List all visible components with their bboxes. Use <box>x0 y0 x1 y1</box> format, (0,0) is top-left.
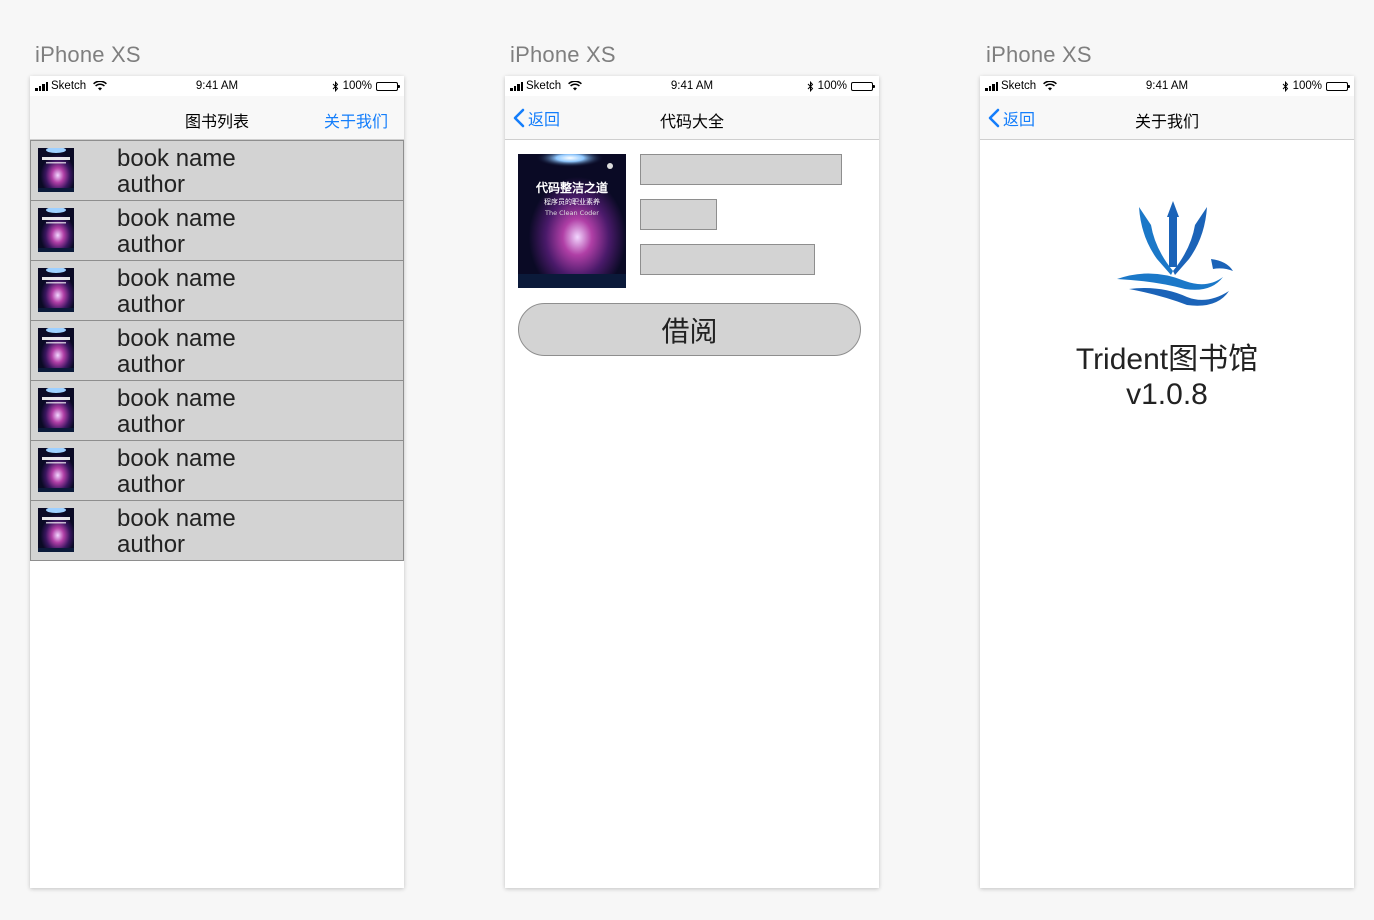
navigation-bar: 返回 代码大全 <box>505 96 879 140</box>
book-thumbnail <box>38 388 74 432</box>
book-author-field <box>640 199 717 230</box>
book-thumbnail <box>38 508 74 552</box>
list-item[interactable]: book name author <box>30 200 404 261</box>
artboard-title: iPhone XS <box>510 42 616 67</box>
battery-percent: 100% <box>342 80 372 92</box>
about-us-link[interactable]: 关于我们 <box>324 108 388 132</box>
bluetooth-icon <box>807 80 813 92</box>
about-screen: Sketch 9:41 AM 100% 返回 关于我们 Trident图书馆 v… <box>980 76 1354 888</box>
book-author: author <box>117 531 186 558</box>
app-version: v1.0.8 <box>1126 378 1208 411</box>
list-item[interactable]: book name author <box>30 320 404 381</box>
battery-icon <box>376 81 400 91</box>
artboard-title: iPhone XS <box>986 42 1092 67</box>
list-item[interactable]: book name author <box>30 260 404 321</box>
navigation-bar: 图书列表 关于我们 <box>30 96 404 140</box>
book-list: book name author book name author book name a… <box>30 140 404 561</box>
cover-english-title: The Clean Coder <box>544 209 599 217</box>
book-thumbnail <box>38 268 74 312</box>
bluetooth-icon <box>1282 80 1288 92</box>
status-bar: Sketch 9:41 AM 100% <box>980 76 1354 96</box>
status-bar: Sketch 9:41 AM 100% <box>30 76 404 96</box>
book-thumbnail <box>38 208 74 252</box>
status-bar: Sketch 9:41 AM 100% <box>505 76 879 96</box>
battery-icon <box>851 81 875 91</box>
cover-subtitle: 程序员的职业素养 <box>544 197 600 206</box>
book-name: book name <box>117 505 236 532</box>
battery-percent: 100% <box>1292 80 1322 92</box>
book-name: book name <box>117 205 236 232</box>
book-name: book name <box>117 385 236 412</box>
cover-title: 代码整洁之道 <box>535 180 608 195</box>
book-list-screen: Sketch 9:41 AM 100% 图书列表 关于我们 book name a… <box>30 76 404 888</box>
bluetooth-icon <box>332 80 338 92</box>
trident-logo-icon <box>1117 201 1233 306</box>
navigation-bar: 返回 关于我们 <box>980 96 1354 140</box>
book-cover-image: 代码整洁之道 程序员的职业素养 The Clean Coder <box>518 154 626 288</box>
book-name: book name <box>117 145 236 172</box>
app-name: Trident图书馆 <box>1075 343 1259 376</box>
book-info-field <box>640 244 815 275</box>
book-author: author <box>117 171 186 198</box>
nav-title: 代码大全 <box>659 114 724 131</box>
nav-title: 关于我们 <box>1134 114 1199 131</box>
list-item[interactable]: book name author <box>30 500 404 561</box>
book-name: book name <box>117 325 236 352</box>
book-name: book name <box>117 265 236 292</box>
borrow-button[interactable]: 借阅 <box>518 303 861 356</box>
list-item[interactable]: book name author <box>30 140 404 201</box>
book-detail-screen: Sketch 9:41 AM 100% 返回 代码大全 代码整洁之道 程序员的职… <box>505 76 879 888</box>
book-author: author <box>117 231 186 258</box>
book-author: author <box>117 351 186 378</box>
book-author: author <box>117 411 186 438</box>
book-name: book name <box>117 445 236 472</box>
book-thumbnail <box>38 148 74 192</box>
book-title-field <box>640 154 842 185</box>
book-author: author <box>117 291 186 318</box>
book-thumbnail <box>38 448 74 492</box>
book-author: author <box>117 471 186 498</box>
artboard-title: iPhone XS <box>35 42 141 67</box>
battery-icon <box>1326 81 1350 91</box>
list-item[interactable]: book name author <box>30 440 404 501</box>
book-thumbnail <box>38 328 74 372</box>
battery-percent: 100% <box>817 80 847 92</box>
list-item[interactable]: book name author <box>30 380 404 441</box>
